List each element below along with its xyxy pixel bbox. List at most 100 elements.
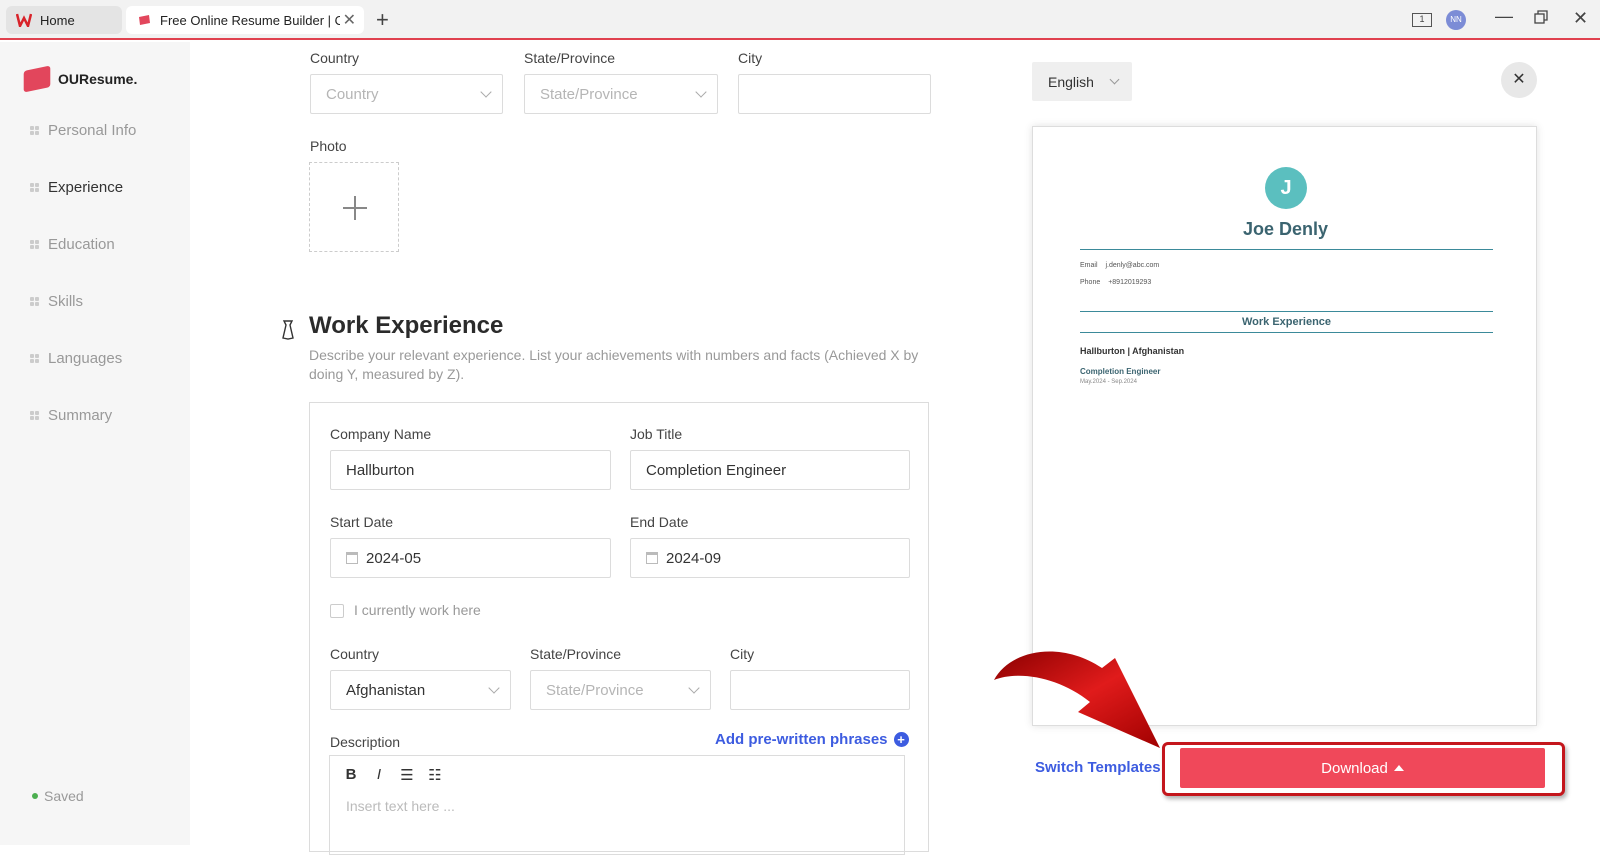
end-date-value: 2024-09 — [666, 549, 722, 567]
sidebar-item-education[interactable]: Education — [30, 236, 115, 253]
state-select[interactable]: State/Province — [524, 74, 718, 114]
currently-work-label[interactable]: I currently work here — [354, 602, 481, 618]
country-label: Country — [310, 50, 360, 66]
divider — [1080, 332, 1493, 333]
new-tab-button[interactable]: + — [376, 8, 389, 32]
state-select-value: State/Province — [540, 85, 638, 103]
ouresume-logo-icon — [23, 65, 51, 93]
preview-phone-label: Phone — [1080, 279, 1101, 286]
company-input[interactable]: Hallburton — [330, 450, 611, 490]
preview-avatar: J — [1265, 167, 1307, 209]
status-dot-icon — [32, 793, 38, 799]
work-city-input[interactable] — [730, 670, 910, 710]
drag-handle-icon — [30, 183, 39, 192]
chevron-down-icon — [480, 86, 492, 98]
calendar-icon — [646, 552, 658, 564]
sidebar-item-label: Languages — [48, 350, 123, 367]
section-description: Describe your relevant experience. List … — [309, 347, 919, 382]
work-city-label: City — [730, 646, 755, 662]
currently-work-checkbox[interactable] — [330, 604, 344, 618]
add-phrases-link[interactable]: Add pre-written phrases + — [715, 731, 909, 748]
plus-circle-icon: + — [893, 732, 909, 747]
sidebar-item-personal-info[interactable]: Personal Info — [30, 122, 136, 139]
editor-placeholder: Insert text here ... — [346, 798, 455, 814]
company-input-value: Hallburton — [346, 461, 415, 479]
logo-text: OUResume. — [58, 71, 138, 87]
start-date-picker[interactable]: 2024-05 — [330, 538, 611, 578]
work-country-select[interactable]: Afghanistan — [330, 670, 511, 710]
resume-preview[interactable]: J Joe Denly Email j.denly@abc.com Phone … — [1032, 126, 1537, 726]
bold-icon[interactable]: B — [344, 766, 358, 784]
sidebar: OUResume. Personal Info Experience Educa… — [0, 42, 190, 845]
window-close-icon[interactable]: ✕ — [1573, 8, 1588, 29]
minimize-icon[interactable]: — — [1495, 6, 1513, 27]
download-button-label: Download — [1321, 759, 1388, 777]
preview-phone-value: +8912019293 — [1108, 279, 1152, 286]
sidebar-item-label: Skills — [48, 293, 84, 310]
red-arrow-annotation-icon — [994, 651, 1160, 748]
chevron-down-icon — [1109, 74, 1120, 85]
switch-templates-link[interactable]: Switch Templates — [1035, 759, 1161, 776]
preview-company: Hallburton | Afghanistan — [1080, 346, 1185, 356]
sidebar-item-experience[interactable]: Experience — [30, 179, 123, 196]
end-date-picker[interactable]: 2024-09 — [630, 538, 910, 578]
job-title-label: Job Title — [630, 426, 683, 442]
saved-status: Saved — [32, 788, 84, 804]
end-date-label: End Date — [630, 514, 689, 530]
browser-tab-bar: Home Free Online Resume Builder | OURe ✕… — [0, 0, 1600, 40]
work-state-select[interactable]: State/Province — [530, 670, 711, 710]
city-label: City — [738, 50, 763, 66]
sidebar-item-label: Experience — [48, 179, 124, 196]
drag-handle-icon — [30, 411, 39, 420]
work-country-value: Afghanistan — [346, 681, 426, 699]
divider — [1080, 311, 1493, 312]
sidebar-item-summary[interactable]: Summary — [30, 407, 112, 424]
caret-up-icon — [1393, 765, 1404, 771]
drag-handle-icon — [30, 126, 39, 135]
restore-icon[interactable] — [1534, 10, 1548, 29]
description-editor[interactable]: B I ☰ ☷ Insert text here ... — [329, 755, 905, 855]
saved-status-label: Saved — [44, 788, 84, 804]
work-state-value: State/Province — [546, 681, 644, 699]
language-value: English — [1048, 73, 1094, 90]
chevron-down-icon — [488, 682, 500, 694]
description-label: Description — [330, 734, 401, 750]
start-date-value: 2024-05 — [366, 549, 422, 567]
country-select-value: Country — [326, 85, 379, 103]
preview-phone: Phone +8912019293 — [1080, 279, 1151, 286]
add-phrases-label: Add pre-written phrases — [715, 731, 888, 748]
city-input[interactable] — [738, 74, 931, 114]
italic-icon[interactable]: I — [372, 766, 386, 784]
close-preview-button[interactable]: ✕ — [1501, 62, 1537, 98]
country-select[interactable]: Country — [310, 74, 503, 114]
job-title-input[interactable]: Completion Engineer — [630, 450, 910, 490]
wps-logo-icon — [16, 12, 32, 28]
preview-email-label: Email — [1080, 262, 1098, 269]
bullet-list-icon[interactable]: ☰ — [400, 766, 414, 784]
preview-section-title: Work Experience — [1241, 316, 1332, 328]
chevron-down-icon — [688, 682, 700, 694]
language-select[interactable]: English — [1032, 62, 1132, 101]
divider — [1080, 249, 1493, 250]
sidebar-item-languages[interactable]: Languages — [30, 350, 122, 367]
tab-resume-builder[interactable]: Free Online Resume Builder | OURe ✕ — [126, 6, 364, 34]
photo-upload[interactable] — [309, 162, 399, 252]
sidebar-item-label: Personal Info — [48, 122, 137, 139]
tab-home[interactable]: Home — [6, 6, 122, 34]
download-button[interactable]: Download — [1180, 748, 1545, 788]
tie-icon — [282, 320, 294, 340]
numbered-list-icon[interactable]: ☷ — [428, 766, 442, 784]
ouresume-logo[interactable]: OUResume. — [23, 65, 138, 93]
preview-name: Joe Denly — [1242, 219, 1329, 239]
sidebar-item-label: Summary — [48, 407, 113, 424]
reader-mode-icon[interactable]: 1 — [1412, 13, 1432, 27]
tab-home-label: Home — [40, 12, 75, 28]
editor-toolbar: B I ☰ ☷ — [344, 766, 442, 784]
job-title-input-value: Completion Engineer — [646, 461, 787, 479]
drag-handle-icon — [30, 240, 39, 249]
sidebar-item-label: Education — [48, 236, 115, 253]
sidebar-item-skills[interactable]: Skills — [30, 293, 83, 310]
close-tab-icon[interactable]: ✕ — [343, 10, 356, 30]
profile-avatar[interactable]: NN — [1446, 10, 1466, 30]
preview-job-title: Completion Engineer — [1080, 367, 1161, 376]
